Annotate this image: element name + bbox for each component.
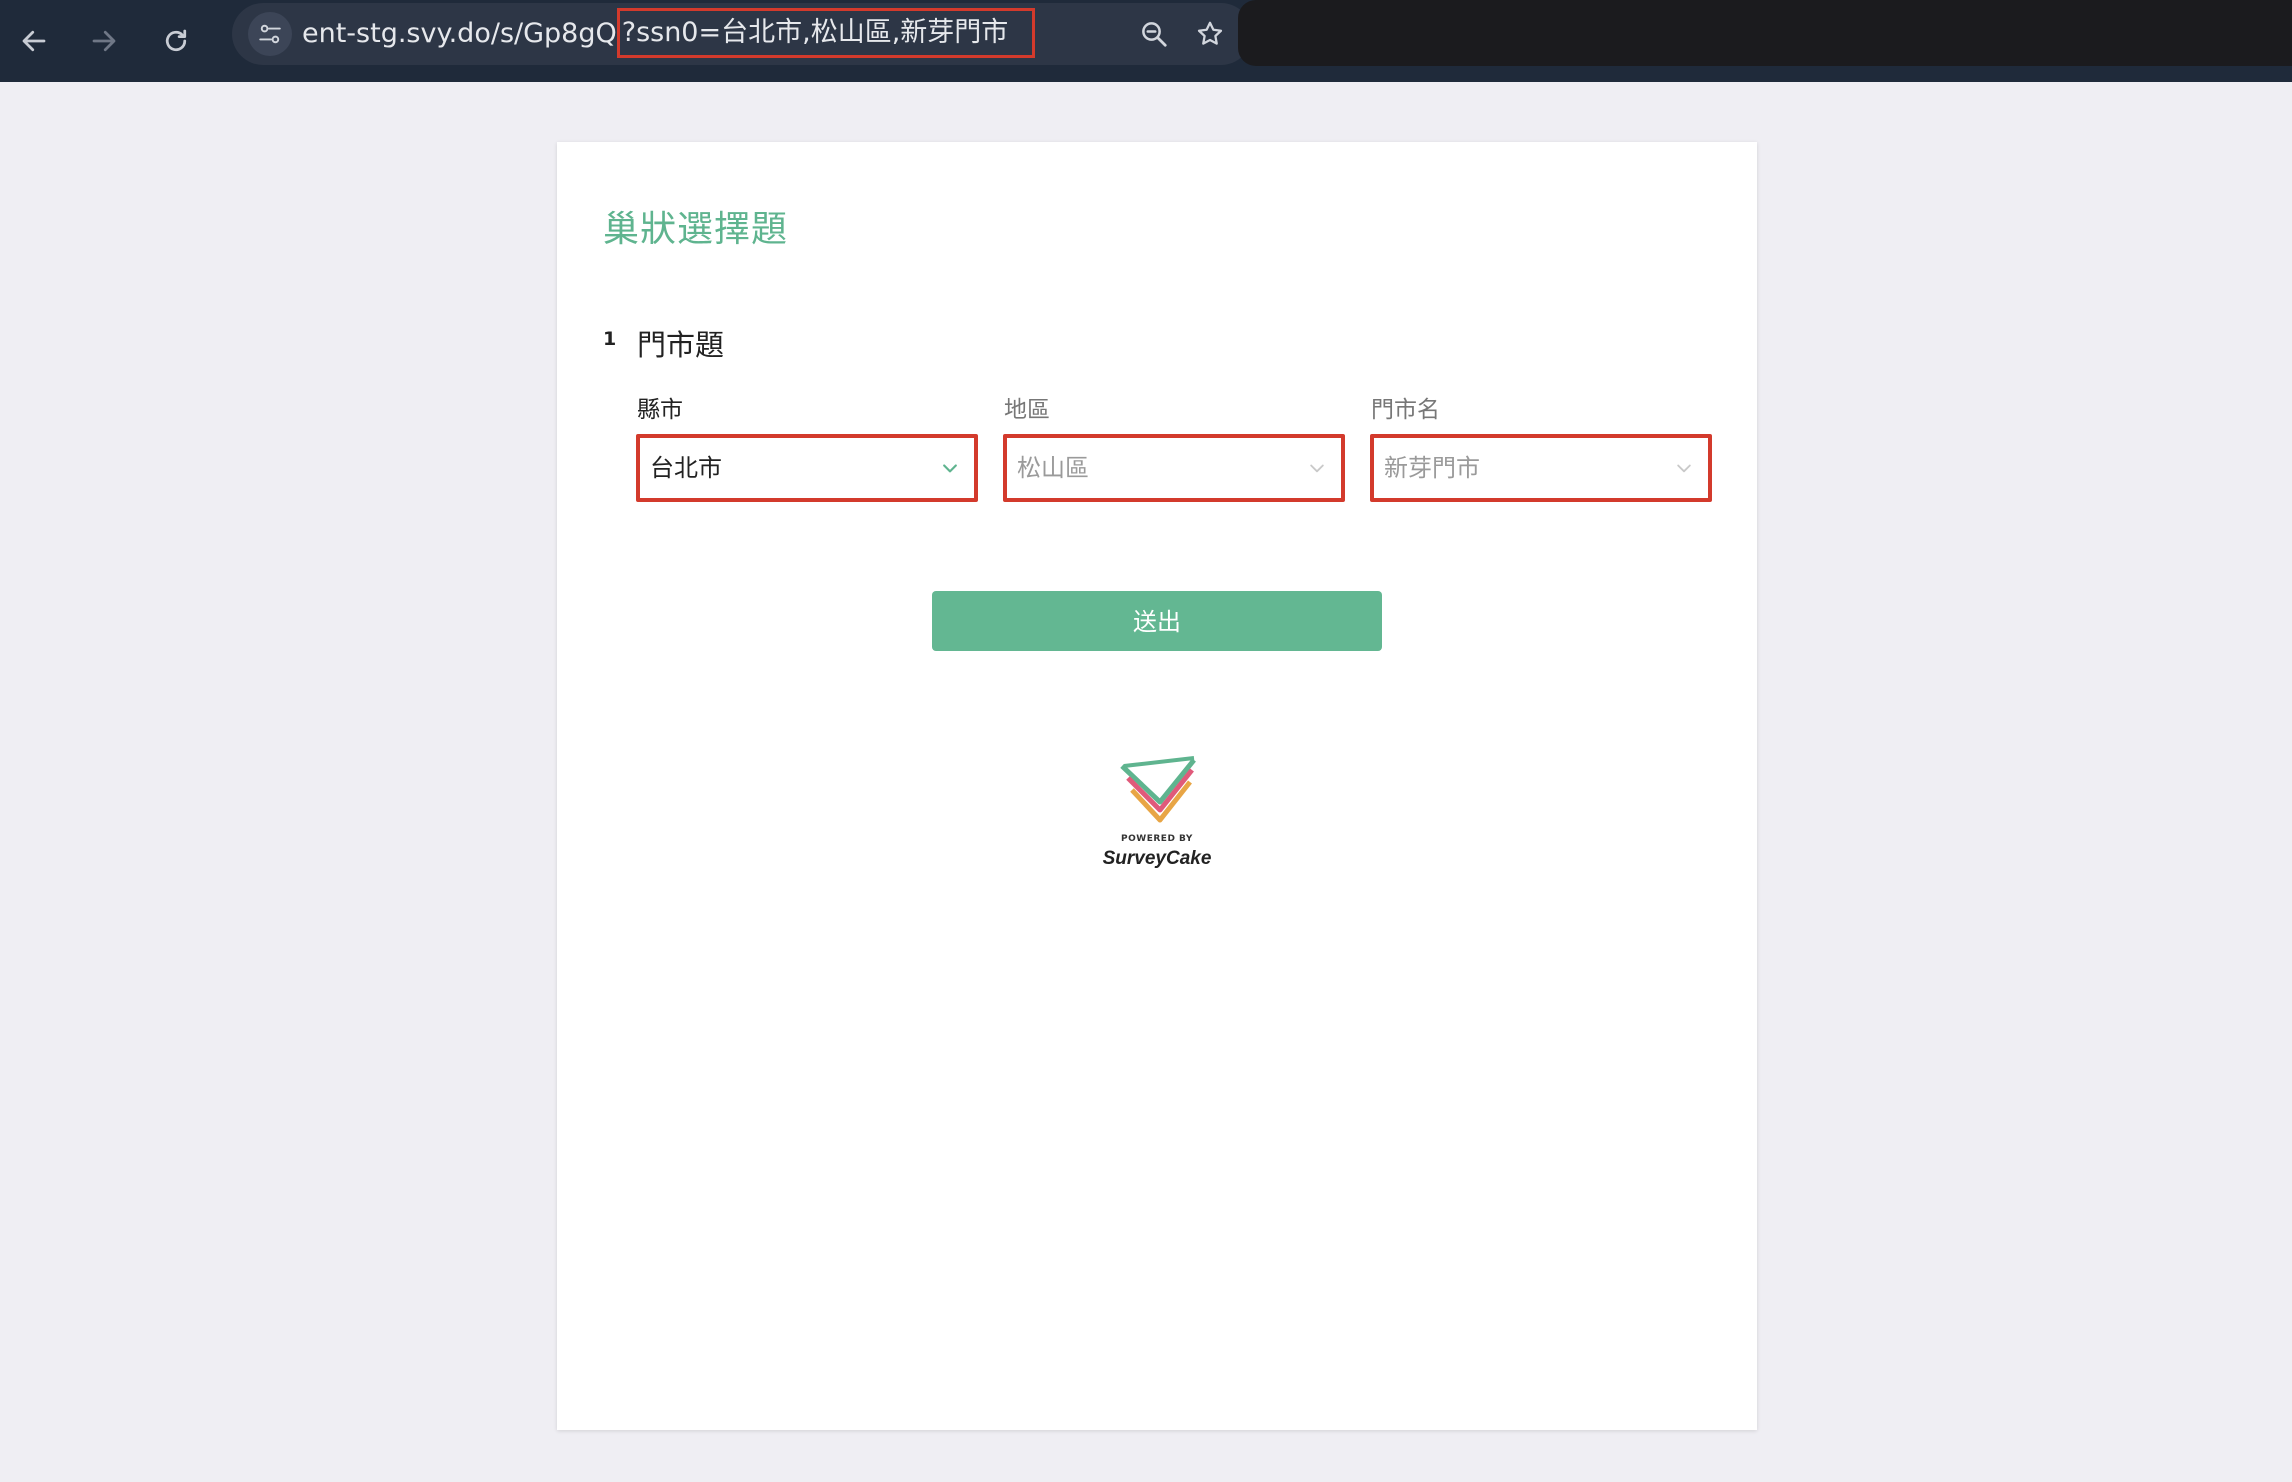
forward-button[interactable] (74, 11, 134, 71)
back-button[interactable] (4, 11, 64, 71)
store-select-value: 新芽門市 (1384, 454, 1480, 482)
reload-icon (165, 29, 187, 52)
store-select[interactable]: 新芽門市 (1370, 434, 1712, 502)
star-icon (1197, 21, 1223, 45)
surveycake-logo[interactable]: POWERED BY SurveyCake (1082, 752, 1232, 882)
district-label: 地區 (1004, 397, 1050, 423)
site-info-button[interactable] (248, 12, 292, 56)
zoom-icon (1142, 22, 1167, 47)
redacted-region (1238, 0, 2292, 66)
survey-card: 巢狀選擇題 1 門市題 縣市 台北市 地區 松山區 門市名 新芽門市 送出 PO… (557, 142, 1757, 1430)
survey-title: 巢狀選擇題 (603, 209, 789, 250)
surveycake-logo-icon (1120, 756, 1196, 823)
question-number: 1 (603, 328, 617, 350)
url-text[interactable]: ent-stg.svy.do/s/Gp8gQ ?ssn0=台北市,松山區,新芽門市 (302, 3, 1036, 65)
question-title: 門市題 (637, 328, 725, 362)
powered-by-text: POWERED BY (1121, 834, 1193, 844)
arrow-left-icon (22, 30, 46, 52)
url-base: ent-stg.svy.do/s/Gp8gQ (302, 18, 617, 49)
chevron-down-icon (1670, 454, 1698, 482)
chevron-down-icon (936, 454, 964, 482)
bookmark-button[interactable] (1188, 12, 1232, 56)
zoom-button[interactable] (1132, 12, 1176, 56)
address-bar[interactable]: ent-stg.svy.do/s/Gp8gQ ?ssn0=台北市,松山區,新芽門市 (232, 3, 1252, 65)
chevron-down-icon (1303, 454, 1331, 482)
district-select-value: 松山區 (1017, 454, 1089, 482)
arrow-right-icon (92, 30, 116, 52)
city-select[interactable]: 台北市 (636, 434, 978, 502)
submit-button[interactable]: 送出 (932, 591, 1382, 651)
browser-toolbar: ent-stg.svy.do/s/Gp8gQ ?ssn0=台北市,松山區,新芽門市 (0, 0, 2292, 82)
reload-button[interactable] (146, 11, 206, 71)
city-label: 縣市 (637, 397, 683, 423)
tune-icon (259, 24, 281, 44)
store-label: 門市名 (1371, 397, 1440, 423)
district-select[interactable]: 松山區 (1003, 434, 1345, 502)
url-query-highlight: ?ssn0=台北市,松山區,新芽門市 (616, 7, 1036, 58)
city-select-value: 台北市 (650, 454, 722, 482)
brand-name: SurveyCake (1102, 848, 1212, 869)
